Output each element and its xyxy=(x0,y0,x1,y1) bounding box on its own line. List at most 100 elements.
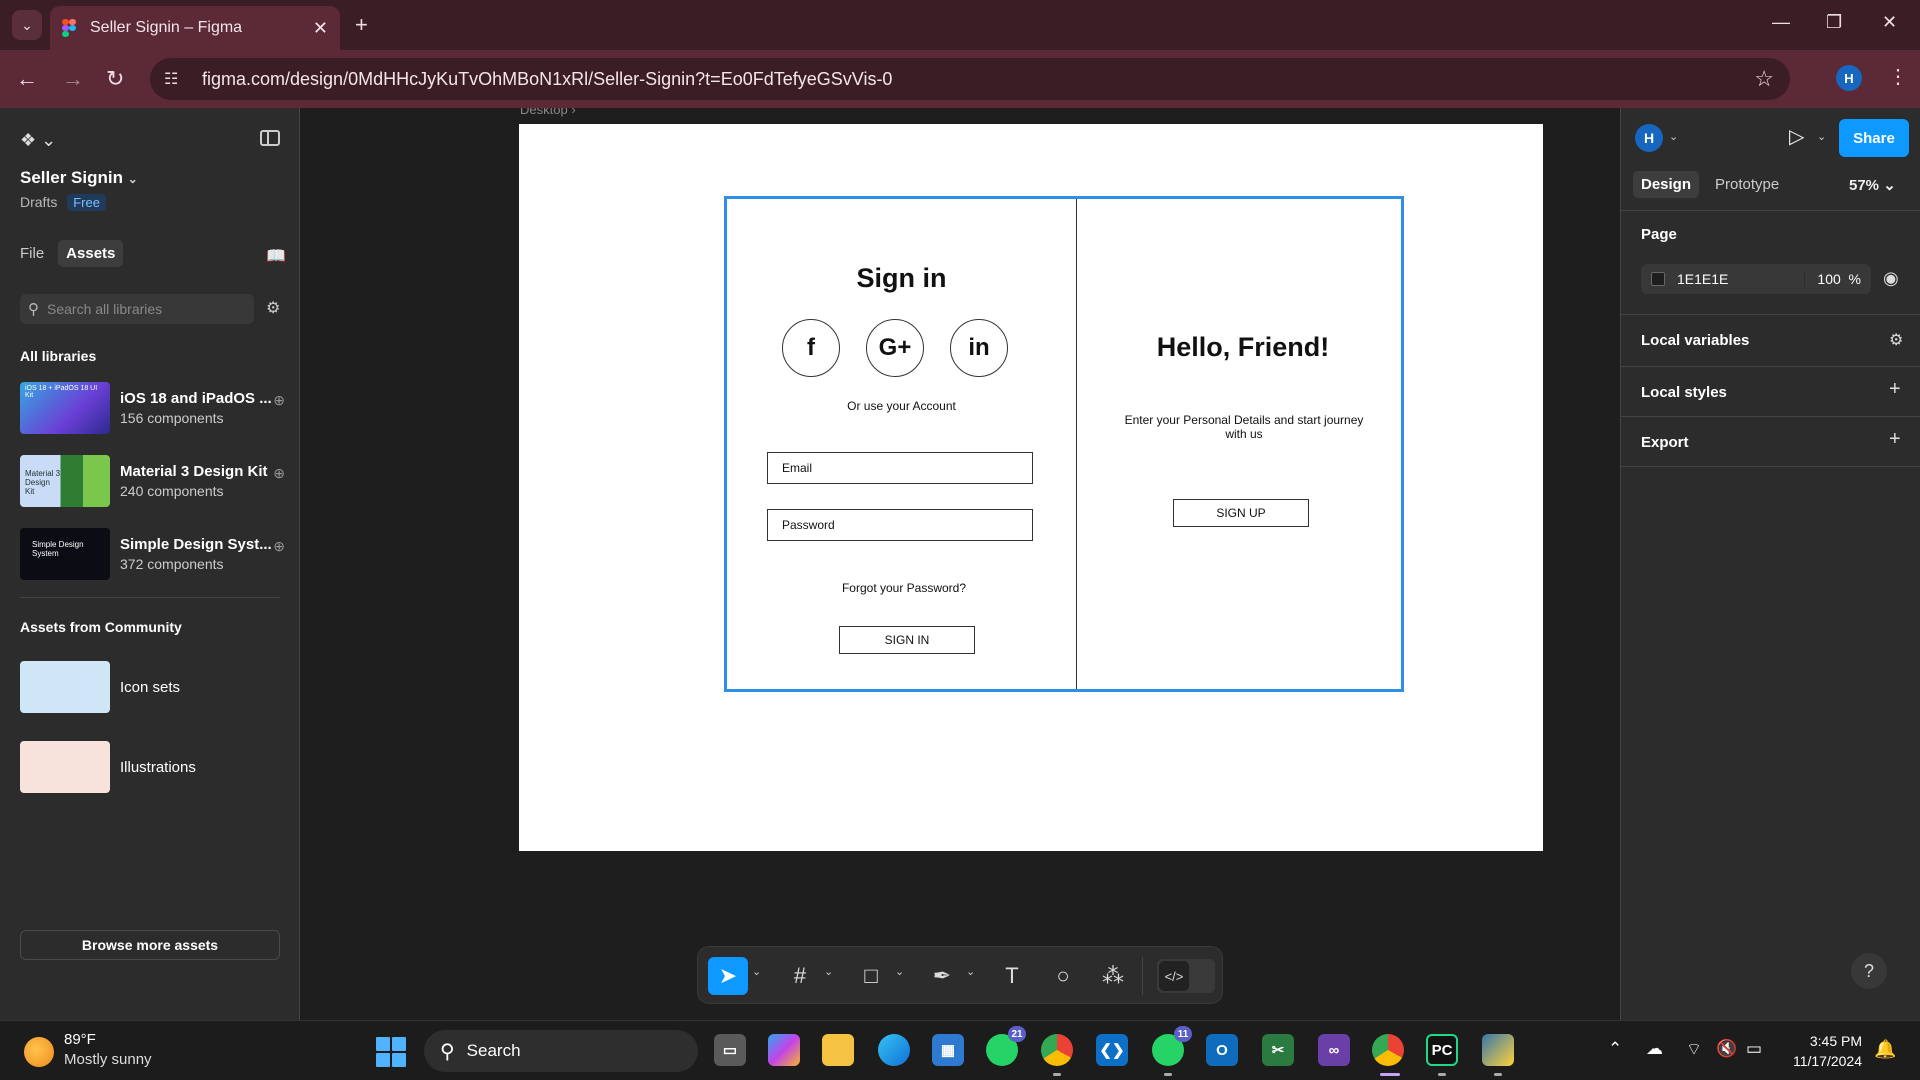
tab-close-icon[interactable]: ✕ xyxy=(313,18,328,39)
community-item-illustrations[interactable]: Illustrations xyxy=(20,739,285,795)
library-book-icon[interactable]: 📖 xyxy=(266,246,286,266)
volume-muted-icon[interactable]: 🔇 xyxy=(1716,1039,1737,1059)
omnibox[interactable]: ☷ figma.com/design/0MdHHcJyKuTvOhMBoN1xR… xyxy=(150,58,1790,100)
library-item[interactable]: Simple Design System Simple Design Syst.… xyxy=(20,526,285,582)
visual-studio-icon[interactable]: ∞ xyxy=(1318,1034,1350,1066)
chevron-down-icon[interactable]: ⌄ xyxy=(824,965,833,978)
edge-browser-icon[interactable] xyxy=(878,1034,910,1066)
chevron-down-icon[interactable]: ⌄ xyxy=(895,965,904,978)
desktop-frame[interactable]: Sign in f G+ in Or use your Account Forg… xyxy=(519,124,1543,851)
site-settings-icon[interactable]: ☷ xyxy=(164,69,190,89)
whatsapp-business-icon[interactable]: 11 xyxy=(1152,1026,1192,1066)
comment-tool-icon[interactable]: ○ xyxy=(1043,957,1083,995)
library-search[interactable]: ⚲ xyxy=(20,294,254,324)
password-field[interactable] xyxy=(767,509,1033,541)
variables-sliders-icon[interactable]: ⚙ xyxy=(1889,330,1903,350)
tab-assets[interactable]: Assets xyxy=(58,240,124,267)
sign-in-button[interactable]: SIGN IN xyxy=(839,626,975,654)
facebook-icon[interactable]: f xyxy=(782,319,840,377)
present-play-icon[interactable]: ▷ xyxy=(1789,124,1804,149)
tray-chevron-up-icon[interactable]: ⌃ xyxy=(1608,1039,1622,1059)
pen-tool-icon[interactable]: ✒ xyxy=(922,957,962,995)
file-explorer-icon[interactable] xyxy=(822,1034,854,1066)
new-tab-plus-icon[interactable]: + xyxy=(355,12,368,38)
dev-mode-toggle[interactable]: </> xyxy=(1157,959,1215,993)
microsoft-store-icon[interactable]: ▦ xyxy=(932,1034,964,1066)
back-arrow-icon[interactable]: ← xyxy=(16,66,38,92)
page-color-hex[interactable]: 1E1E1E xyxy=(1677,271,1804,287)
windows-start-icon[interactable] xyxy=(376,1037,406,1067)
library-item[interactable]: iOS 18 + iPadOS 18 UI Kit iOS 18 and iPa… xyxy=(20,380,285,436)
text-tool-icon[interactable]: T xyxy=(992,957,1032,995)
linkedin-icon[interactable]: in xyxy=(950,319,1008,377)
task-view-icon[interactable]: ▭ xyxy=(714,1034,746,1066)
python-icon[interactable] xyxy=(1482,1034,1514,1066)
vscode-icon[interactable]: ❮❯ xyxy=(1096,1034,1128,1066)
chrome-active-icon[interactable] xyxy=(1372,1034,1404,1066)
color-swatch[interactable] xyxy=(1651,272,1665,286)
email-field[interactable] xyxy=(767,452,1033,484)
outlook-icon[interactable]: O xyxy=(1206,1034,1238,1066)
taskbar-search[interactable]: ⚲ Search xyxy=(424,1030,698,1072)
notification-bell-icon[interactable]: 🔔 xyxy=(1874,1039,1896,1060)
export-label[interactable]: Export xyxy=(1641,434,1689,451)
resources-tool-icon[interactable]: ⁂ xyxy=(1093,957,1133,995)
frame-tool-icon[interactable]: # xyxy=(780,957,820,995)
tab-search-chevron-icon[interactable]: ⌄ xyxy=(12,10,42,40)
chevron-down-icon[interactable]: ⌄ xyxy=(966,965,975,978)
selected-signin-card[interactable]: Sign in f G+ in Or use your Account Forg… xyxy=(724,196,1404,692)
reload-icon[interactable]: ↻ xyxy=(106,66,124,92)
page-color-field[interactable]: 1E1E1E 100 % xyxy=(1641,264,1871,294)
browser-menu-icon[interactable]: ⋮ xyxy=(1888,64,1908,89)
browser-profile-avatar[interactable]: H xyxy=(1836,65,1862,91)
chevron-down-icon[interactable]: ⌄ xyxy=(752,965,761,978)
page-opacity[interactable]: 100 % xyxy=(1804,271,1871,287)
tab-prototype[interactable]: Prototype xyxy=(1707,171,1787,198)
zoom-level[interactable]: 57% ⌄ xyxy=(1849,176,1896,194)
filter-sliders-icon[interactable]: ⚙ xyxy=(266,298,280,318)
library-item[interactable]: Material 3 Design Kit Material 3 Design … xyxy=(20,453,285,509)
forward-arrow-icon[interactable]: → xyxy=(62,66,84,92)
forgot-password-link[interactable]: Forgot your Password? xyxy=(727,581,1057,595)
file-name[interactable]: Seller Signin ⌄ xyxy=(20,168,138,188)
design-canvas[interactable]: Desktop › Sign in f G+ in Or use your Ac… xyxy=(300,108,1620,1020)
copilot-icon[interactable] xyxy=(768,1034,800,1066)
share-button[interactable]: Share xyxy=(1839,119,1909,157)
move-tool-icon[interactable]: ➤ xyxy=(708,957,748,995)
chevron-down-icon[interactable]: ⌄ xyxy=(1669,130,1678,143)
rectangle-tool-icon[interactable]: □ xyxy=(851,957,891,995)
local-variables-label[interactable]: Local variables xyxy=(1641,332,1749,349)
minimize-icon[interactable]: — xyxy=(1772,12,1790,33)
whatsapp-icon[interactable]: 21 xyxy=(986,1026,1026,1066)
chrome-profile-icon[interactable] xyxy=(1041,1034,1073,1066)
battery-icon[interactable]: ▭ xyxy=(1746,1039,1762,1059)
tab-file[interactable]: File xyxy=(12,240,52,267)
restore-icon[interactable]: ❐ xyxy=(1826,12,1842,33)
community-item-icon-sets[interactable]: Icon sets xyxy=(20,659,285,715)
help-question-icon[interactable]: ? xyxy=(1851,953,1887,989)
pycharm-icon[interactable]: PC xyxy=(1426,1034,1458,1066)
wifi-icon[interactable]: ⌔ xyxy=(1686,1039,1702,1060)
tab-design[interactable]: Design xyxy=(1633,171,1700,198)
local-styles-label[interactable]: Local styles xyxy=(1641,384,1727,401)
weather-condition[interactable]: Mostly sunny xyxy=(64,1051,152,1068)
window-close-icon[interactable]: ✕ xyxy=(1882,12,1897,33)
system-clock[interactable]: 3:45 PM 11/17/2024 xyxy=(1786,1031,1862,1071)
add-style-plus-icon[interactable]: + xyxy=(1889,378,1901,401)
snipping-tool-icon[interactable]: ✂ xyxy=(1262,1034,1294,1066)
browse-more-assets-button[interactable]: Browse more assets xyxy=(20,930,280,960)
url-text[interactable]: figma.com/design/0MdHHcJyKuTvOhMBoN1xRl/… xyxy=(202,69,892,90)
weather-sun-icon[interactable] xyxy=(24,1037,54,1067)
user-avatar[interactable]: H xyxy=(1635,124,1663,152)
google-plus-icon[interactable]: G+ xyxy=(866,319,924,377)
frame-label[interactable]: Desktop › xyxy=(520,108,576,117)
chevron-down-icon[interactable]: ⌄ xyxy=(1817,130,1826,143)
bookmark-star-icon[interactable]: ☆ xyxy=(1754,66,1774,92)
figma-main-menu-icon[interactable]: ❖ ⌄ xyxy=(20,130,56,151)
sign-up-button[interactable]: SIGN UP xyxy=(1173,499,1309,527)
onedrive-cloud-icon[interactable]: ☁ xyxy=(1646,1039,1663,1059)
weather-temperature[interactable]: 89°F xyxy=(64,1031,96,1048)
eye-visibility-icon[interactable]: ◉ xyxy=(1883,268,1899,289)
sidebar-toggle-icon[interactable] xyxy=(260,130,280,146)
library-search-input[interactable] xyxy=(47,301,227,317)
